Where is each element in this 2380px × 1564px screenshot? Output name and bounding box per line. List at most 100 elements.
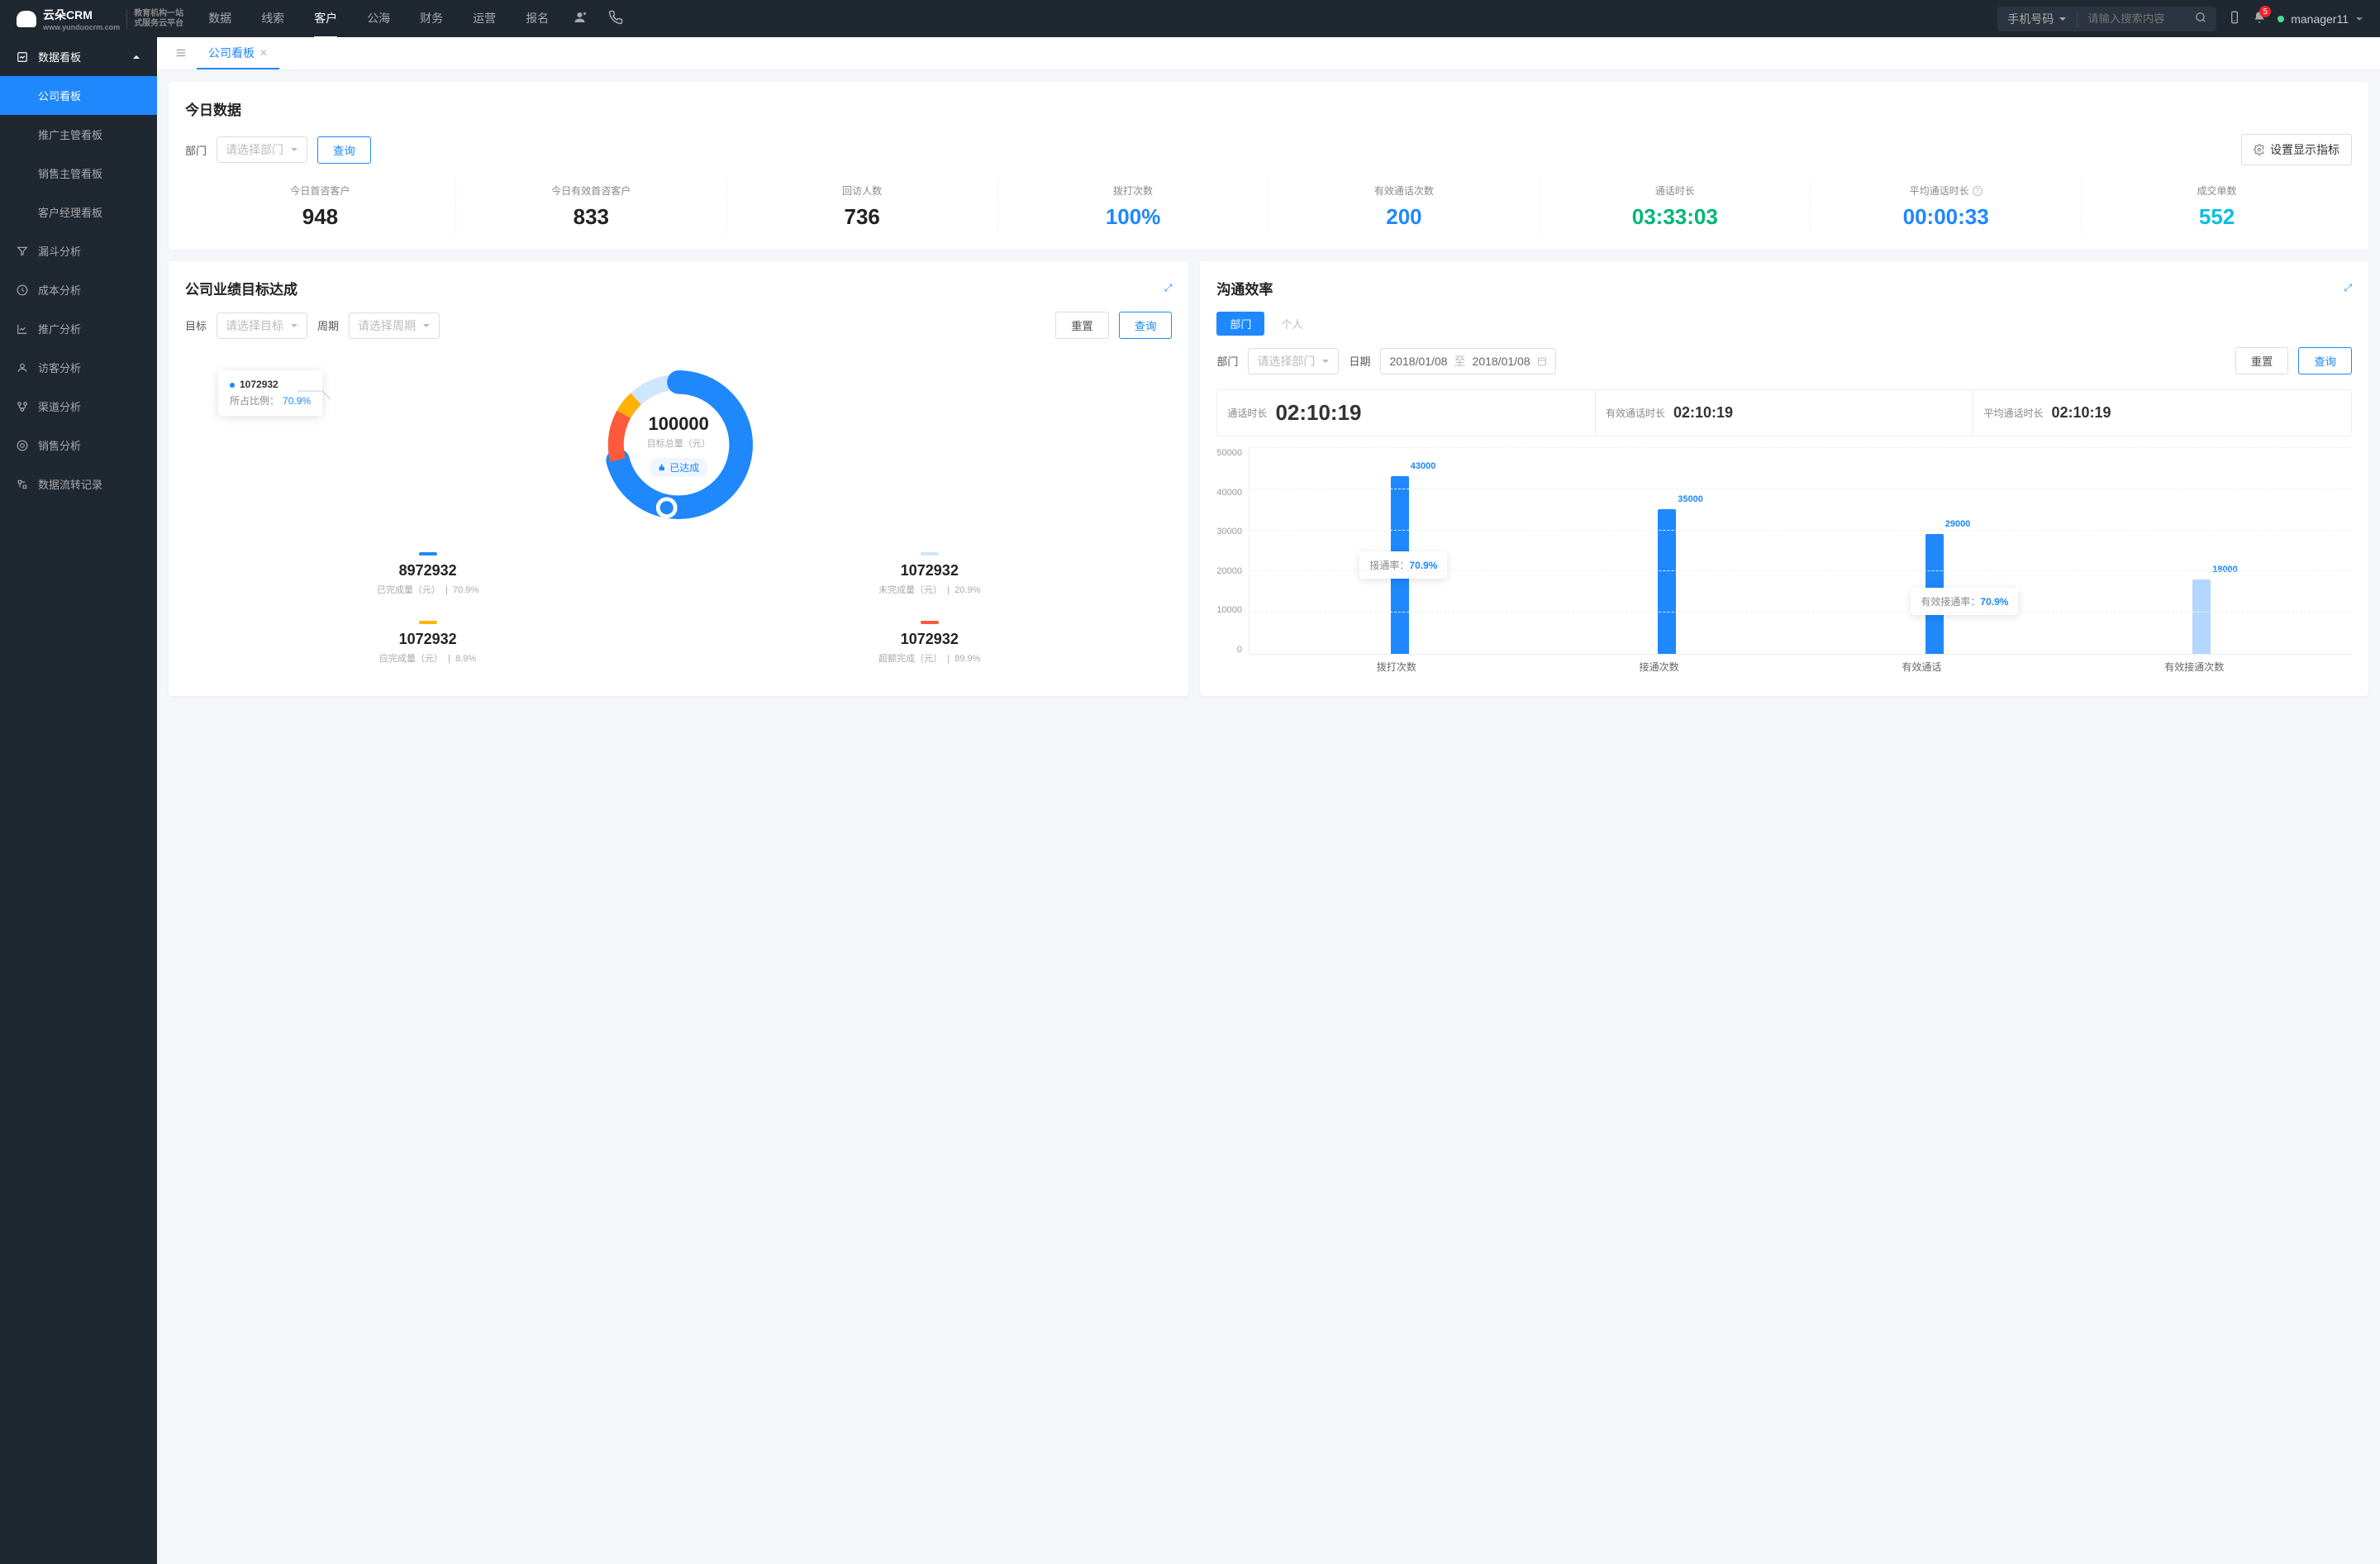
- comm-dept-label: 部门: [1216, 353, 1238, 369]
- comm-reset-button[interactable]: 重置: [2235, 347, 2289, 374]
- clock-icon: [17, 284, 28, 296]
- gear-icon: [2254, 144, 2265, 155]
- tab-company-board[interactable]: 公司看板 ✕: [197, 37, 279, 69]
- dept-label: 部门: [185, 142, 207, 158]
- stat-7: 成交单数552: [2082, 180, 2352, 233]
- channel-icon: [17, 401, 28, 412]
- goal-card: 公司业绩目标达成 ⤢ 目标 请选择目标 周期 请选择周期: [169, 261, 1188, 696]
- close-icon[interactable]: ✕: [259, 47, 268, 59]
- logo-tagline: 教育机构一站 式服务云平台: [126, 9, 183, 29]
- top-header: 云朵CRM www.yunduocrm.com 教育机构一站 式服务云平台 数据…: [0, 0, 2380, 37]
- top-nav: 数据线索客户公海财务运营报名: [208, 0, 549, 38]
- comm-dept-select[interactable]: 请选择部门: [1248, 348, 1339, 374]
- brand-logo: 云朵CRM www.yunduocrm.com 教育机构一站 式服务云平台: [17, 7, 183, 31]
- query-button[interactable]: 查询: [317, 136, 371, 164]
- nav-item-0[interactable]: 数据: [208, 0, 231, 38]
- seg-personal[interactable]: 个人: [1268, 312, 1316, 336]
- metric-settings-button[interactable]: 设置显示指标: [2241, 134, 2352, 165]
- expand-icon-comm[interactable]: ⤢: [2344, 282, 2352, 294]
- donut-tooltip: 1072932 所占比例：70.9%: [218, 370, 322, 416]
- calendar-icon: [1537, 356, 1547, 366]
- comm-title: 沟通效率: [1216, 278, 1273, 298]
- x-label: 有效接通次数: [2164, 660, 2224, 674]
- bar-1: 35000: [1658, 509, 1676, 654]
- donut-center: 100000 目标总量（元） 已达成: [647, 413, 711, 477]
- bar-chart: 50000400003000020000100000 4300035000290…: [1216, 448, 2352, 679]
- nav-item-2[interactable]: 客户: [314, 0, 337, 38]
- legend-1: 1072932未完成量（元） | 20.9%: [687, 552, 1172, 596]
- legend-0: 8972932已完成量（元） | 70.9%: [185, 552, 670, 596]
- target-select[interactable]: 请选择目标: [217, 312, 307, 339]
- chart-tooltip-1: 接通率：70.9%: [1359, 551, 1447, 579]
- x-label: 拨打次数: [1377, 660, 1416, 674]
- donut-chart: 1072932 所占比例：70.9% 100000 目标总量（元） 已达成: [185, 354, 1172, 536]
- sidebar-group-label: 数据看板: [38, 49, 81, 64]
- call-time-summary: 通话时长02:10:19有效通话时长02:10:19平均通话时长02:10:19: [1216, 389, 2352, 436]
- sidebar-item-6[interactable]: 数据流转记录: [0, 465, 157, 503]
- sidebar-item-4[interactable]: 渠道分析: [0, 387, 157, 426]
- search-input[interactable]: [2078, 12, 2185, 25]
- stat-2: 回访人数736: [727, 180, 998, 233]
- nav-item-6[interactable]: 报名: [526, 0, 549, 38]
- stat-6: 平均通话时长?00:00:33: [1811, 180, 2082, 233]
- stat-5: 通话时长03:33:03: [1540, 180, 1811, 233]
- sidebar-group-dashboard[interactable]: 数据看板: [0, 37, 157, 76]
- today-card: 今日数据 部门 请选择部门 查询 设置显示指标 今日首咨客户948今日有效首咨客…: [169, 82, 2368, 250]
- status-dot-icon: [2278, 16, 2284, 22]
- donut-legend: 8972932已完成量（元） | 70.9% 1072932未完成量（元） | 2…: [185, 552, 1172, 665]
- username: manager11: [2291, 12, 2349, 26]
- header-tool-icons: [574, 10, 623, 27]
- nav-item-3[interactable]: 公海: [367, 0, 390, 38]
- user-menu[interactable]: manager11: [2278, 12, 2363, 26]
- query-button-goal[interactable]: 查询: [1119, 312, 1173, 339]
- sidebar-sub-3[interactable]: 客户经理看板: [0, 193, 157, 231]
- bar-3: 18000: [2192, 579, 2211, 654]
- period-select[interactable]: 请选择周期: [349, 312, 440, 339]
- dashboard-icon: [17, 51, 28, 63]
- add-user-icon[interactable]: [574, 10, 588, 27]
- bell-icon[interactable]: 5: [2253, 11, 2266, 26]
- expand-icon[interactable]: ⤢: [1164, 282, 1173, 294]
- search-icon[interactable]: [2185, 12, 2216, 26]
- date-range-input[interactable]: 2018/01/08 至 2018/01/08: [1380, 348, 1555, 374]
- notification-badge: 5: [2259, 6, 2271, 17]
- x-label: 有效通话: [1902, 660, 1941, 674]
- dept-select[interactable]: 请选择部门: [217, 136, 307, 163]
- nav-item-1[interactable]: 线索: [261, 0, 284, 38]
- sidebar-item-2[interactable]: 推广分析: [0, 309, 157, 348]
- sidebar-sub-2[interactable]: 销售主管看板: [0, 154, 157, 193]
- stat-3: 拨打次数100%: [998, 180, 1269, 233]
- comm-card: 沟通效率 ⤢ 部门 个人 部门 请选择部门 日期: [1200, 261, 2368, 696]
- logo-text: 云朵CRM: [43, 7, 120, 23]
- search-type-select[interactable]: 手机号码: [1997, 11, 2078, 27]
- funnel-icon: [17, 246, 28, 257]
- sidebar-item-0[interactable]: 漏斗分析: [0, 231, 157, 270]
- stat-1: 今日有效首咨客户833: [456, 180, 727, 233]
- legend-2: 1072932应完成量（元） | 8.9%: [185, 621, 670, 665]
- mobile-icon[interactable]: [2228, 11, 2241, 26]
- goal-title: 公司业绩目标达成: [185, 278, 298, 298]
- global-search: 手机号码: [1997, 7, 2216, 31]
- chart-icon: [17, 323, 28, 335]
- sidebar-item-5[interactable]: 销售分析: [0, 426, 157, 465]
- seg-dept[interactable]: 部门: [1216, 312, 1264, 336]
- sidebar: 数据看板 公司看板推广主管看板销售主管看板客户经理看板 漏斗分析成本分析推广分析…: [0, 37, 157, 1564]
- nav-item-5[interactable]: 运营: [473, 0, 496, 38]
- nav-item-4[interactable]: 财务: [420, 0, 443, 38]
- sidebar-item-3[interactable]: 访客分析: [0, 348, 157, 387]
- sidebar-item-1[interactable]: 成本分析: [0, 270, 157, 309]
- visitor-icon: [17, 362, 28, 374]
- sidebar-sub-0[interactable]: 公司看板: [0, 76, 157, 115]
- tab-menu-icon[interactable]: [165, 37, 197, 69]
- target-label: 目标: [185, 317, 207, 333]
- reset-button[interactable]: 重置: [1055, 312, 1109, 339]
- info-icon[interactable]: ?: [1973, 186, 1983, 196]
- content-scroll: 今日数据 部门 请选择部门 查询 设置显示指标 今日首咨客户948今日有效首咨客…: [157, 70, 2380, 1564]
- comm-query-button[interactable]: 查询: [2298, 347, 2352, 374]
- sidebar-sub-1[interactable]: 推广主管看板: [0, 115, 157, 154]
- time-cell-0: 通话时长02:10:19: [1217, 390, 1596, 436]
- flow-icon: [17, 479, 28, 490]
- today-stats: 今日首咨客户948今日有效首咨客户833回访人数736拨打次数100%有效通话次…: [185, 180, 2352, 233]
- legend-3: 1072932超额完成（元） | 89.9%: [687, 621, 1172, 665]
- phone-icon[interactable]: [608, 10, 623, 27]
